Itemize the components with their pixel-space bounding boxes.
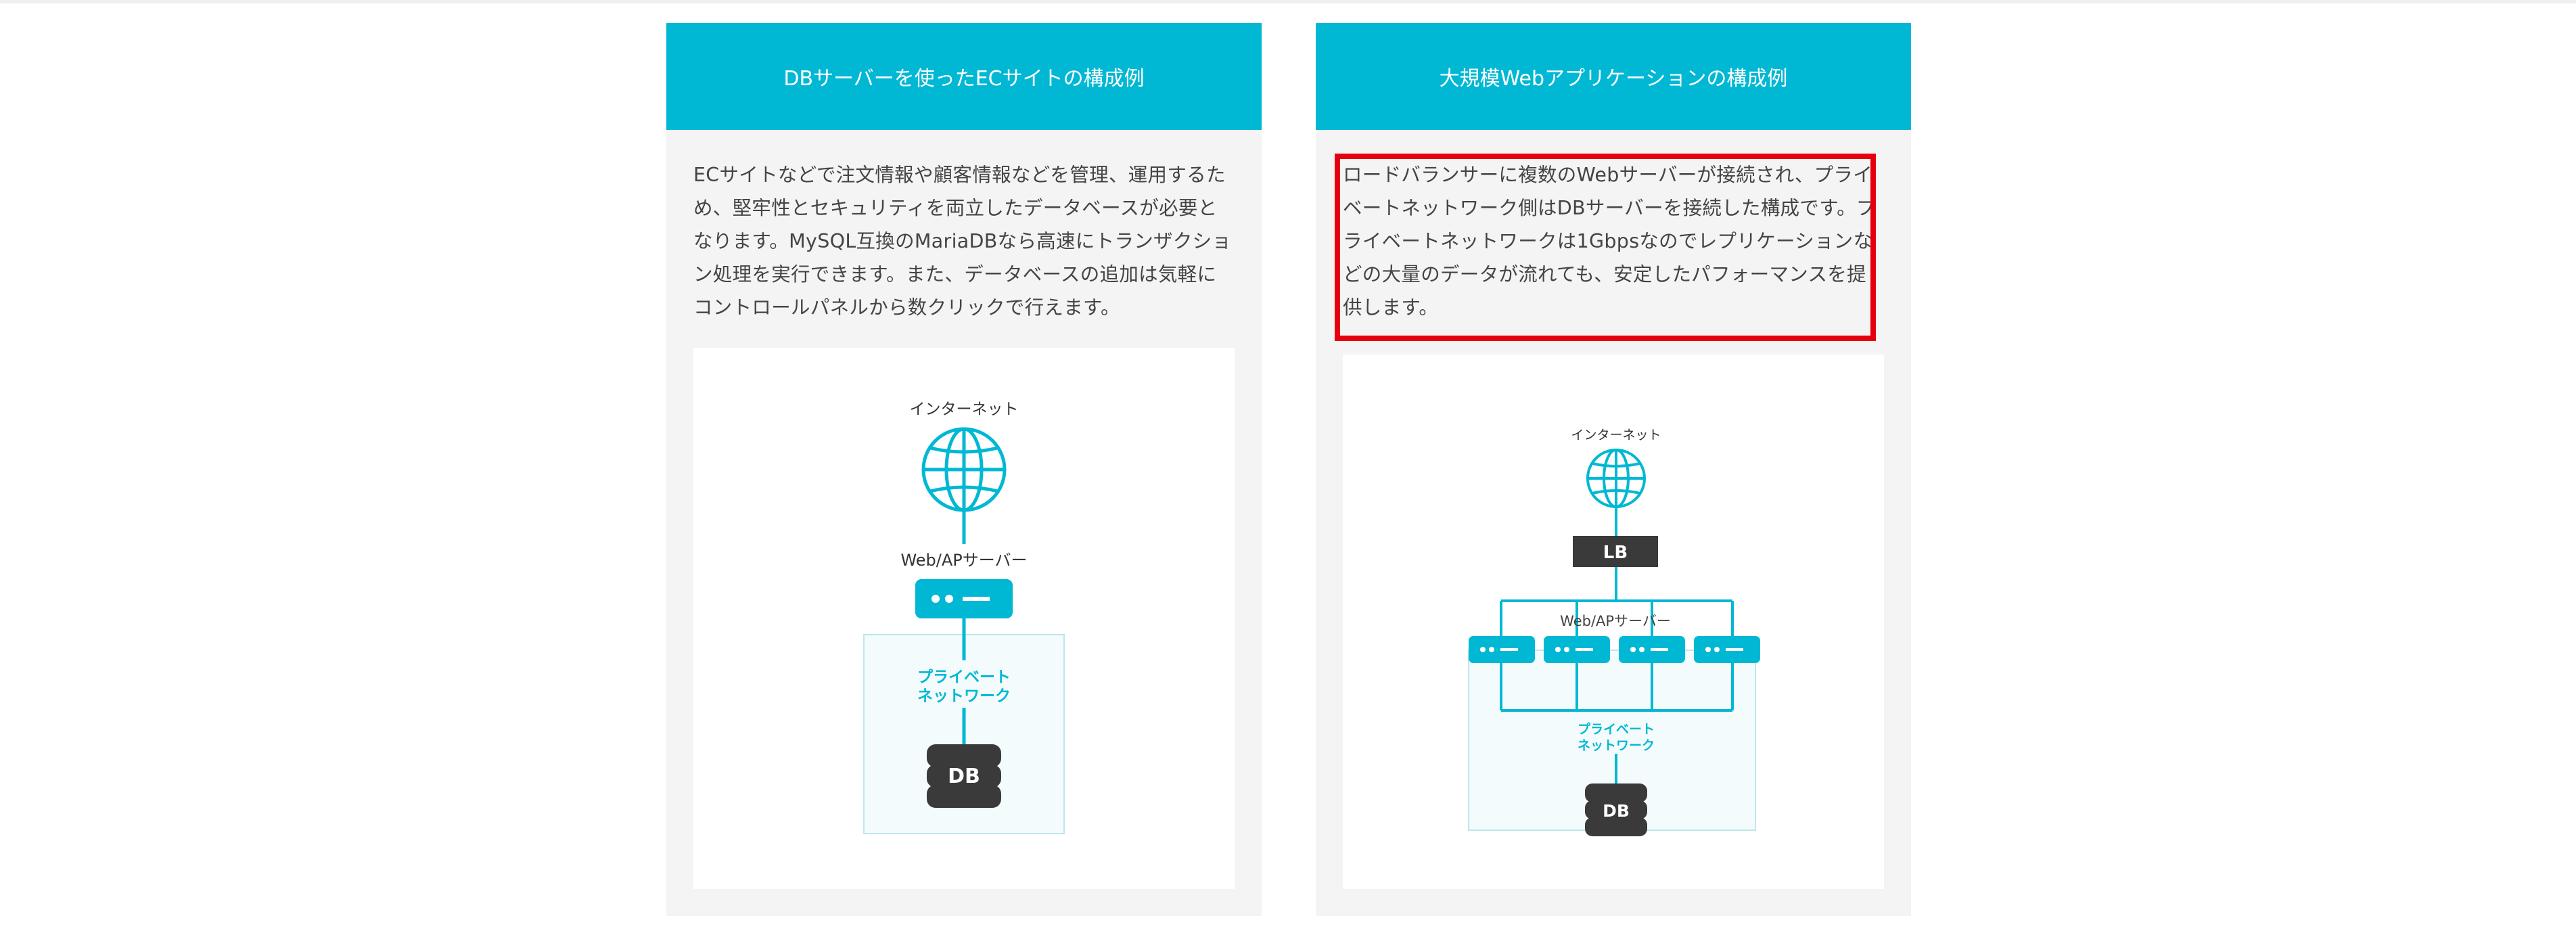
globe-icon	[921, 427, 1007, 512]
card-large-web-app: 大規模Webアプリケーションの構成例 ロードバランサーに複数のWebサーバーが接…	[1316, 23, 1911, 916]
server-icon	[1694, 636, 1760, 663]
server-icon	[915, 579, 1013, 618]
card-ec-site: DBサーバーを使ったECサイトの構成例 ECサイトなどで注文情報や顧客情報などを…	[666, 23, 1262, 916]
network-label-line2: ネットワーク	[1578, 738, 1655, 753]
card-description: ロードバランサーに複数のWebサーバーが接続され、プライベートネットワーク側はD…	[1343, 164, 1876, 319]
globe-icon	[1586, 449, 1646, 508]
internet-label: インターネット	[1571, 428, 1661, 442]
internet-label: インターネット	[910, 401, 1019, 418]
server-icon	[1544, 636, 1610, 663]
card-description: ECサイトなどで注文情報や顧客情報などを管理、運用するため、堅牢性とセキュリティ…	[693, 164, 1232, 319]
network-label-line2: ネットワーク	[917, 687, 1011, 705]
diagram-large-web-app: インターネット LB Web/APサーバー プライベート ネットワーク DB	[1343, 355, 1884, 889]
top-border	[0, 0, 2576, 3]
server-icon	[1619, 636, 1685, 663]
db-label: DB	[948, 765, 980, 788]
server-icon	[1469, 636, 1535, 663]
db-label: DB	[1603, 801, 1630, 821]
diagram-svg: インターネット LB Web/APサーバー プライベート ネットワーク DB	[1468, 428, 1760, 836]
card-title: DBサーバーを使ったECサイトの構成例	[666, 23, 1262, 130]
network-label-line1: プライベート	[917, 668, 1011, 686]
server-label: Web/APサーバー	[1560, 613, 1671, 629]
diagram-svg: インターネット Web/APサーバー プライベート ネットワーク DB	[863, 401, 1065, 834]
server-label: Web/APサーバー	[900, 551, 1027, 570]
diagram-ec-site: インターネット Web/APサーバー プライベート ネットワーク DB	[693, 348, 1235, 889]
lb-label: LB	[1603, 543, 1628, 563]
network-label-line1: プライベート	[1578, 721, 1655, 737]
card-title: 大規模Webアプリケーションの構成例	[1316, 23, 1911, 130]
